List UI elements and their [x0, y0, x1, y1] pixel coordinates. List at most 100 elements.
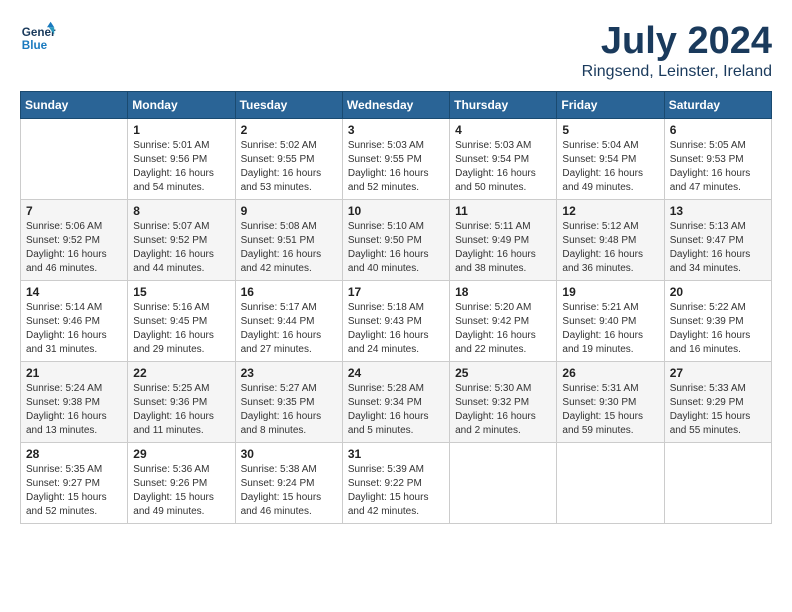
- day-info: Sunrise: 5:12 AM Sunset: 9:48 PM Dayligh…: [562, 220, 658, 276]
- day-number: 12: [562, 204, 658, 218]
- calendar-cell: 16 Sunrise: 5:17 AM Sunset: 9:44 PM Dayli…: [235, 281, 342, 362]
- day-number: 8: [133, 204, 229, 218]
- calendar-cell: 24 Sunrise: 5:28 AM Sunset: 9:34 PM Dayli…: [342, 362, 449, 443]
- calendar-cell: 25 Sunrise: 5:30 AM Sunset: 9:32 PM Dayli…: [450, 362, 557, 443]
- day-number: 3: [348, 123, 444, 137]
- day-number: 29: [133, 447, 229, 461]
- calendar-cell: 17 Sunrise: 5:18 AM Sunset: 9:43 PM Dayli…: [342, 281, 449, 362]
- day-info: Sunrise: 5:33 AM Sunset: 9:29 PM Dayligh…: [670, 382, 766, 438]
- month-title: July 2024: [582, 20, 772, 63]
- day-number: 20: [670, 285, 766, 299]
- day-info: Sunrise: 5:35 AM Sunset: 9:27 PM Dayligh…: [26, 463, 122, 519]
- calendar-cell: 20 Sunrise: 5:22 AM Sunset: 9:39 PM Dayli…: [664, 281, 771, 362]
- calendar-cell: 9Sunrise: 5:08 AM Sunset: 9:51 PM Daylig…: [235, 200, 342, 281]
- day-number: 27: [670, 366, 766, 380]
- calendar-cell: [21, 119, 128, 200]
- calendar-cell: [664, 443, 771, 524]
- day-info: Sunrise: 5:21 AM Sunset: 9:40 PM Dayligh…: [562, 301, 658, 357]
- day-number: 19: [562, 285, 658, 299]
- calendar-cell: 11 Sunrise: 5:11 AM Sunset: 9:49 PM Dayli…: [450, 200, 557, 281]
- day-info: Sunrise: 5:20 AM Sunset: 9:42 PM Dayligh…: [455, 301, 551, 357]
- calendar-cell: 30Sunrise: 5:38 AM Sunset: 9:24 PM Dayli…: [235, 443, 342, 524]
- day-info: Sunrise: 5:24 AM Sunset: 9:38 PM Dayligh…: [26, 382, 122, 438]
- weekday-header-friday: Friday: [557, 92, 664, 119]
- day-number: 21: [26, 366, 122, 380]
- day-number: 24: [348, 366, 444, 380]
- day-number: 5: [562, 123, 658, 137]
- calendar-cell: 6 Sunrise: 5:05 AM Sunset: 9:53 PM Daylig…: [664, 119, 771, 200]
- weekday-header-saturday: Saturday: [664, 92, 771, 119]
- calendar-cell: 12 Sunrise: 5:12 AM Sunset: 9:48 PM Dayli…: [557, 200, 664, 281]
- calendar-cell: [450, 443, 557, 524]
- day-info: Sunrise: 5:06 AM Sunset: 9:52 PM Dayligh…: [26, 220, 122, 276]
- day-number: 14: [26, 285, 122, 299]
- weekday-header-tuesday: Tuesday: [235, 92, 342, 119]
- day-number: 7: [26, 204, 122, 218]
- day-info: Sunrise: 5:04 AM Sunset: 9:54 PM Dayligh…: [562, 139, 658, 195]
- calendar-cell: 2 Sunrise: 5:02 AM Sunset: 9:55 PM Daylig…: [235, 119, 342, 200]
- calendar-cell: 21 Sunrise: 5:24 AM Sunset: 9:38 PM Dayli…: [21, 362, 128, 443]
- day-info: Sunrise: 5:25 AM Sunset: 9:36 PM Dayligh…: [133, 382, 229, 438]
- day-number: 22: [133, 366, 229, 380]
- weekday-header-thursday: Thursday: [450, 92, 557, 119]
- day-info: Sunrise: 5:11 AM Sunset: 9:49 PM Dayligh…: [455, 220, 551, 276]
- day-info: Sunrise: 5:30 AM Sunset: 9:32 PM Dayligh…: [455, 382, 551, 438]
- day-info: Sunrise: 5:10 AM Sunset: 9:50 PM Dayligh…: [348, 220, 444, 276]
- day-number: 31: [348, 447, 444, 461]
- calendar-week-row: 14 Sunrise: 5:14 AM Sunset: 9:46 PM Dayli…: [21, 281, 772, 362]
- day-info: Sunrise: 5:14 AM Sunset: 9:46 PM Dayligh…: [26, 301, 122, 357]
- calendar-week-row: 7 Sunrise: 5:06 AM Sunset: 9:52 PM Daylig…: [21, 200, 772, 281]
- page-header: General Blue July 2024 Ringsend, Leinste…: [20, 20, 772, 81]
- calendar-cell: 5 Sunrise: 5:04 AM Sunset: 9:54 PM Daylig…: [557, 119, 664, 200]
- day-info: Sunrise: 5:01 AM Sunset: 9:56 PM Dayligh…: [133, 139, 229, 195]
- day-number: 18: [455, 285, 551, 299]
- calendar-cell: 23Sunrise: 5:27 AM Sunset: 9:35 PM Dayli…: [235, 362, 342, 443]
- day-info: Sunrise: 5:02 AM Sunset: 9:55 PM Dayligh…: [241, 139, 337, 195]
- svg-text:Blue: Blue: [22, 39, 48, 52]
- day-number: 26: [562, 366, 658, 380]
- day-info: Sunrise: 5:08 AM Sunset: 9:51 PM Dayligh…: [241, 220, 337, 276]
- weekday-header-wednesday: Wednesday: [342, 92, 449, 119]
- calendar-cell: 3 Sunrise: 5:03 AM Sunset: 9:55 PM Daylig…: [342, 119, 449, 200]
- calendar-cell: 8 Sunrise: 5:07 AM Sunset: 9:52 PM Daylig…: [128, 200, 235, 281]
- calendar-cell: 7 Sunrise: 5:06 AM Sunset: 9:52 PM Daylig…: [21, 200, 128, 281]
- day-info: Sunrise: 5:05 AM Sunset: 9:53 PM Dayligh…: [670, 139, 766, 195]
- logo-icon: General Blue: [20, 20, 56, 56]
- day-number: 17: [348, 285, 444, 299]
- day-info: Sunrise: 5:13 AM Sunset: 9:47 PM Dayligh…: [670, 220, 766, 276]
- day-number: 11: [455, 204, 551, 218]
- calendar-cell: 15Sunrise: 5:16 AM Sunset: 9:45 PM Dayli…: [128, 281, 235, 362]
- day-info: Sunrise: 5:36 AM Sunset: 9:26 PM Dayligh…: [133, 463, 229, 519]
- day-info: Sunrise: 5:28 AM Sunset: 9:34 PM Dayligh…: [348, 382, 444, 438]
- day-info: Sunrise: 5:17 AM Sunset: 9:44 PM Dayligh…: [241, 301, 337, 357]
- day-number: 25: [455, 366, 551, 380]
- day-info: Sunrise: 5:18 AM Sunset: 9:43 PM Dayligh…: [348, 301, 444, 357]
- calendar-cell: 18 Sunrise: 5:20 AM Sunset: 9:42 PM Dayli…: [450, 281, 557, 362]
- calendar-cell: 28 Sunrise: 5:35 AM Sunset: 9:27 PM Dayli…: [21, 443, 128, 524]
- day-info: Sunrise: 5:03 AM Sunset: 9:54 PM Dayligh…: [455, 139, 551, 195]
- day-number: 13: [670, 204, 766, 218]
- day-info: Sunrise: 5:03 AM Sunset: 9:55 PM Dayligh…: [348, 139, 444, 195]
- location: Ringsend, Leinster, Ireland: [582, 63, 772, 81]
- weekday-header-sunday: Sunday: [21, 92, 128, 119]
- day-number: 28: [26, 447, 122, 461]
- day-number: 2: [241, 123, 337, 137]
- day-number: 30: [241, 447, 337, 461]
- day-number: 6: [670, 123, 766, 137]
- day-info: Sunrise: 5:22 AM Sunset: 9:39 PM Dayligh…: [670, 301, 766, 357]
- weekday-header-monday: Monday: [128, 92, 235, 119]
- calendar-cell: 10 Sunrise: 5:10 AM Sunset: 9:50 PM Dayli…: [342, 200, 449, 281]
- day-info: Sunrise: 5:07 AM Sunset: 9:52 PM Dayligh…: [133, 220, 229, 276]
- day-info: Sunrise: 5:39 AM Sunset: 9:22 PM Dayligh…: [348, 463, 444, 519]
- calendar-cell: 31 Sunrise: 5:39 AM Sunset: 9:22 PM Dayli…: [342, 443, 449, 524]
- calendar-cell: [557, 443, 664, 524]
- weekday-header-row: SundayMondayTuesdayWednesdayThursdayFrid…: [21, 92, 772, 119]
- day-info: Sunrise: 5:16 AM Sunset: 9:45 PM Dayligh…: [133, 301, 229, 357]
- day-number: 10: [348, 204, 444, 218]
- calendar-cell: 22 Sunrise: 5:25 AM Sunset: 9:36 PM Dayli…: [128, 362, 235, 443]
- day-number: 16: [241, 285, 337, 299]
- day-number: 4: [455, 123, 551, 137]
- day-info: Sunrise: 5:31 AM Sunset: 9:30 PM Dayligh…: [562, 382, 658, 438]
- calendar-cell: 1Sunrise: 5:01 AM Sunset: 9:56 PM Daylig…: [128, 119, 235, 200]
- day-number: 23: [241, 366, 337, 380]
